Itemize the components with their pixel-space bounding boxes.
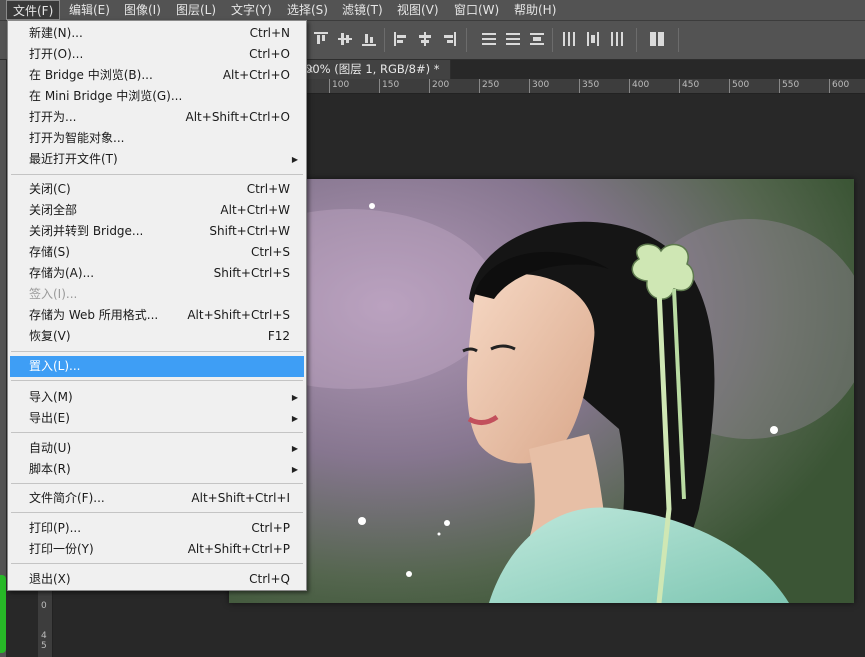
menu-item-check-in: 签入(I)...: [29, 287, 78, 301]
menu-file[interactable]: 文件(F): [6, 0, 61, 20]
align-bottom-icon[interactable]: [362, 32, 376, 46]
ruler-tick: 150: [382, 80, 400, 90]
ruler-tick: 450: [682, 80, 700, 90]
menu-item-open-as[interactable]: 打开为... Alt+Shift+Ctrl+O: [10, 107, 304, 128]
align-left-icon[interactable]: [394, 32, 408, 46]
menu-help[interactable]: 帮助(H): [508, 0, 562, 20]
distribute-top-icon[interactable]: [482, 32, 496, 46]
ruler-tick: 300: [532, 80, 550, 90]
menu-separator: [11, 563, 303, 564]
menu-item-open-smart-object[interactable]: 打开为智能对象...: [10, 128, 304, 149]
menu-item-place[interactable]: 置入(L)...: [10, 356, 304, 377]
ruler-tick: 200: [432, 80, 450, 90]
menu-item-print-one-copy[interactable]: 打印一份(Y) Alt+Shift+Ctrl+P: [10, 539, 304, 560]
menu-separator: [11, 351, 303, 352]
menu-type[interactable]: 文字(Y): [225, 0, 278, 20]
distribute-hcenter-icon[interactable]: [586, 32, 600, 46]
align-hcenter-icon[interactable]: [418, 32, 432, 46]
ruler-tick: 4: [41, 631, 47, 641]
menu-item-close[interactable]: 关闭(C) Ctrl+W: [10, 179, 304, 200]
submenu-arrow-icon: ▶: [291, 155, 298, 164]
file-menu-dropdown: 新建(N)... Ctrl+N 打开(O)... Ctrl+O 在 Bridge 中…: [7, 20, 307, 591]
menu-item-print[interactable]: 打印(P)... Ctrl+P: [10, 518, 304, 539]
auto-align-icon[interactable]: [650, 32, 664, 46]
ruler-tick: 600: [832, 80, 850, 90]
menu-separator: [11, 432, 303, 433]
horizontal-ruler: 100 150 200 250 300 350 400 450 500 550 …: [305, 79, 865, 94]
distribute-vcenter-icon[interactable]: [506, 32, 520, 46]
menu-separator: [11, 380, 303, 381]
ruler-tick: 100: [332, 80, 350, 90]
ruler-tick: 350: [582, 80, 600, 90]
menu-bar: 文件(F) 编辑(E) 图像(I) 图层(L) 文字(Y) 选择(S) 滤镜(T…: [0, 0, 865, 21]
ruler-tick: 0: [41, 601, 47, 611]
menu-separator: [11, 512, 303, 513]
menu-item-file-info[interactable]: 文件简介(F)... Alt+Shift+Ctrl+I: [10, 488, 304, 509]
portrait-illustration: [229, 179, 854, 603]
menu-item-exit[interactable]: 退出(X) Ctrl+Q: [10, 569, 304, 590]
menu-item-revert[interactable]: 恢复(V) F12: [10, 326, 304, 347]
distribute-bottom-icon[interactable]: [530, 32, 544, 46]
menu-item-browse-mini-bridge[interactable]: 在 Mini Bridge 中浏览(G)...: [10, 86, 304, 107]
submenu-arrow-icon: ▶: [291, 444, 298, 453]
menu-item-save-as[interactable]: 存储为(A)... Shift+Ctrl+S: [10, 263, 304, 284]
menu-item-save-for-web[interactable]: 存储为 Web 所用格式... Alt+Shift+Ctrl+S: [10, 305, 304, 326]
distribute-left-icon[interactable]: [562, 32, 576, 46]
align-top-icon[interactable]: [314, 32, 328, 46]
menu-select[interactable]: 选择(S): [281, 0, 334, 20]
canvas-image[interactable]: [229, 179, 854, 603]
ruler-tick: 500: [732, 80, 750, 90]
close-tab-icon[interactable]: ×: [305, 60, 446, 79]
ruler-tick: 400: [632, 80, 650, 90]
submenu-arrow-icon: ▶: [291, 414, 298, 423]
align-right-icon[interactable]: [442, 32, 456, 46]
tool-swatch[interactable]: [0, 575, 6, 653]
menu-item-save[interactable]: 存储(S) Ctrl+S: [10, 242, 304, 263]
tools-panel: [0, 60, 6, 657]
document-tab[interactable]: 00% (图层 1, RGB/8#) * ×: [305, 60, 451, 79]
menu-filter[interactable]: 滤镜(T): [336, 0, 389, 20]
menu-separator: [11, 174, 303, 175]
menu-item-scripts[interactable]: 脚本(R) ▶: [10, 459, 304, 480]
submenu-arrow-icon: ▶: [291, 393, 298, 402]
menu-view[interactable]: 视图(V): [391, 0, 445, 20]
menu-image[interactable]: 图像(I): [118, 0, 167, 20]
menu-edit[interactable]: 编辑(E): [63, 0, 116, 20]
menu-layer[interactable]: 图层(L): [170, 0, 222, 20]
distribute-right-icon[interactable]: [610, 32, 624, 46]
align-vcenter-icon[interactable]: [338, 32, 352, 46]
ruler-tick: 250: [482, 80, 500, 90]
menu-window[interactable]: 窗口(W): [448, 0, 505, 20]
vertical-ruler: 0 4 5: [38, 590, 53, 657]
menu-item-close-all[interactable]: 关闭全部 Alt+Ctrl+W: [10, 200, 304, 221]
menu-separator: [11, 483, 303, 484]
menu-item-import[interactable]: 导入(M) ▶: [10, 387, 304, 408]
ruler-tick: 550: [782, 80, 800, 90]
menu-item-recent-files[interactable]: 最近打开文件(T) ▶: [10, 149, 304, 170]
menu-item-open[interactable]: 打开(O)... Ctrl+O: [10, 44, 304, 65]
menu-item-export[interactable]: 导出(E) ▶: [10, 408, 304, 429]
submenu-arrow-icon: ▶: [291, 465, 298, 474]
menu-item-browse-bridge[interactable]: 在 Bridge 中浏览(B)... Alt+Ctrl+O: [10, 65, 304, 86]
menu-item-close-go-bridge[interactable]: 关闭并转到 Bridge... Shift+Ctrl+W: [10, 221, 304, 242]
menu-item-new[interactable]: 新建(N)... Ctrl+N: [10, 23, 304, 44]
menu-item-automate[interactable]: 自动(U) ▶: [10, 438, 304, 459]
ruler-tick: 5: [41, 641, 47, 651]
